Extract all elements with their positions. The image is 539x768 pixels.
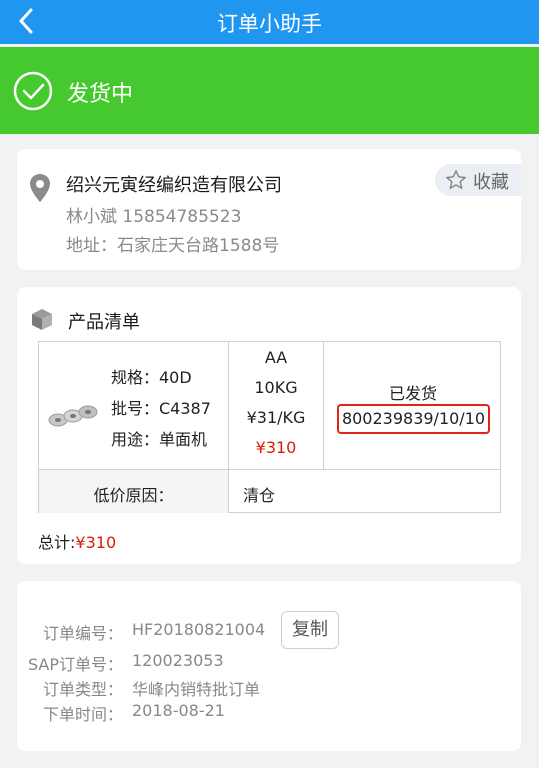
product-list-title: 产品清单 (68, 312, 140, 333)
usage-text: 用途：单面机 (111, 430, 208, 449)
divider (323, 342, 324, 469)
low-price-reason-label: 低价原因： (93, 486, 174, 505)
spec-text: 规格：40D (111, 368, 192, 387)
address-text: 地址：石家庄天台路1588号 (66, 236, 280, 256)
divider (228, 342, 229, 513)
copy-button[interactable]: 复制 (281, 611, 339, 649)
total: 总计:¥310 (38, 529, 116, 553)
order-info-card: 订单编号： HF20180821004 复制 SAP订单号： 120023053… (17, 581, 521, 751)
ship-status: 已发货 (388, 384, 437, 403)
order-time-label: 下单时间： (42, 705, 123, 724)
favorite-label: 收藏 (473, 172, 509, 193)
order-number-value: HF20180821004 (132, 620, 266, 639)
check-circle-icon (13, 71, 53, 111)
price-text: ¥310 (255, 438, 297, 457)
star-icon (446, 170, 466, 189)
tracking-number: 800239839/10/10 (337, 404, 490, 434)
company-name: 绍兴元寅经编织造有限公司 (66, 175, 282, 196)
top-bar: 订单小助手 (0, 0, 539, 44)
status-text: 发货中 (67, 82, 134, 107)
batch-text: 批号：C4387 (111, 399, 211, 418)
divider (39, 469, 500, 470)
order-number-label: 订单编号： (42, 624, 123, 643)
favorite-button[interactable]: 收藏 (435, 164, 521, 196)
address-card: 绍兴元寅经编织造有限公司 林小斌 15854785523 地址：石家庄天台路15… (17, 149, 521, 270)
yarn-spools-image (48, 405, 98, 427)
total-amount: ¥310 (75, 533, 117, 552)
unit-price-text: ¥31/KG (246, 408, 306, 427)
sap-number-value: 120023053 (132, 651, 224, 670)
location-pin-icon (30, 174, 50, 202)
order-type-value: 华峰内销特批订单 (132, 680, 261, 699)
status-banner: 发货中 (0, 47, 539, 134)
weight-text: 10KG (254, 378, 298, 397)
order-time-value: 2018-08-21 (132, 701, 225, 720)
page-title: 订单小助手 (217, 12, 322, 36)
sap-number-label: SAP订单号： (27, 655, 123, 674)
product-card: 产品清单 规格：40D 批号：C4387 用途：单面机 AA 10KG ¥31/… (17, 287, 521, 564)
box-icon (32, 309, 52, 330)
total-label: 总计: (38, 533, 76, 552)
order-type-label: 订单类型： (42, 680, 123, 699)
contact-info: 林小斌 15854785523 (66, 207, 242, 227)
low-price-reason-value: 清仓 (243, 486, 276, 505)
grade-text: AA (264, 348, 288, 367)
product-table: 规格：40D 批号：C4387 用途：单面机 AA 10KG ¥31/KG ¥3… (38, 341, 501, 513)
